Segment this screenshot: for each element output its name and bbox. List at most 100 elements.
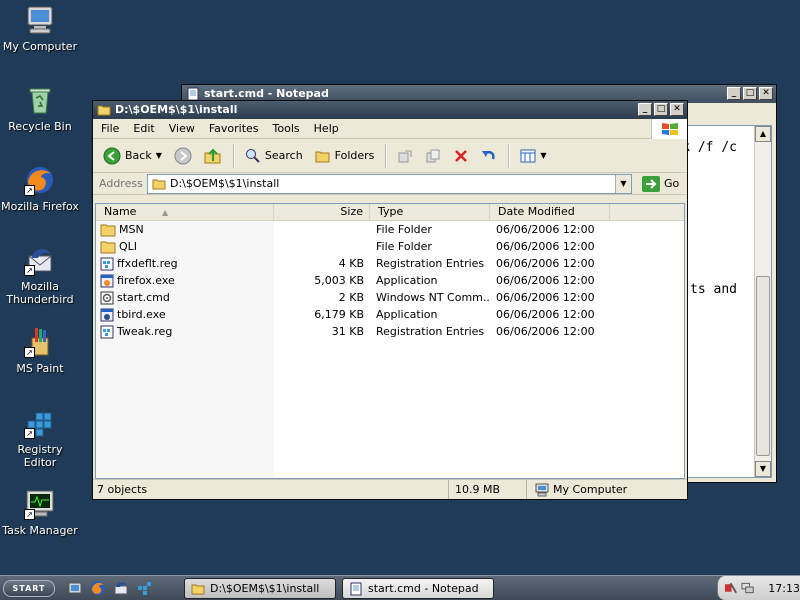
shortcut-arrow-icon: ↗ <box>24 509 35 520</box>
file-name: firefox.exe <box>117 274 175 287</box>
taskbar-button-label: D:\$OEM$\$1\install <box>210 582 320 595</box>
copy-to-icon <box>426 149 440 162</box>
recycle-bin-icon <box>29 88 51 114</box>
file-row[interactable]: ffxdeflt.reg 4 KB Registration Entries 0… <box>96 255 684 272</box>
file-type: Application <box>376 274 438 287</box>
menu-edit[interactable]: Edit <box>133 122 154 135</box>
my-computer-icon <box>27 6 53 34</box>
taskbar-button-notepad[interactable]: start.cmd - Notepad <box>342 578 494 599</box>
maximize-button[interactable]: □ <box>743 87 757 100</box>
desktop-icon-task-manager[interactable]: ↗ Task Manager <box>0 488 80 537</box>
forward-button[interactable] <box>170 145 196 167</box>
address-dropdown-icon[interactable]: ▼ <box>615 174 631 193</box>
shortcut-arrow-icon: ↗ <box>24 428 35 439</box>
file-date: 06/06/2006 12:00 <box>496 274 595 287</box>
scrollbar-thumb[interactable] <box>756 276 770 456</box>
file-type: Registration Entries <box>376 325 485 338</box>
file-row[interactable]: start.cmd 2 KB Windows NT Comm... 06/06/… <box>96 289 684 306</box>
up-folder-button[interactable] <box>200 145 226 167</box>
toolbar-separator <box>232 143 234 168</box>
explorer-titlebar[interactable]: D:\$OEM$\$1\install _ □ ✕ <box>93 101 687 119</box>
folders-label: Folders <box>334 149 375 162</box>
desktop-icon-ms-paint[interactable]: ↗ MS Paint <box>0 326 80 375</box>
close-button[interactable]: ✕ <box>670 103 684 116</box>
scroll-down-arrow-icon[interactable]: ▼ <box>755 461 771 477</box>
minimize-button[interactable]: _ <box>727 87 741 100</box>
copy-to-button[interactable] <box>421 146 445 166</box>
address-input[interactable]: D:\$OEM$\$1\install ▼ <box>147 173 632 194</box>
delete-button[interactable] <box>449 146 473 166</box>
notepad-vertical-scrollbar[interactable]: ▲ ▼ <box>754 126 771 477</box>
go-button[interactable]: Go <box>642 175 679 192</box>
column-header-date[interactable]: Date Modified <box>490 204 610 220</box>
explorer-title: D:\$OEM$\$1\install <box>115 103 238 116</box>
minimize-button[interactable]: _ <box>638 103 652 116</box>
system-tray: 17:13 <box>717 576 800 600</box>
desktop-icon-firefox[interactable]: ↗ Mozilla Firefox <box>0 164 80 213</box>
go-arrow-icon <box>642 175 660 192</box>
file-row[interactable]: firefox.exe 5,003 KB Application 06/06/2… <box>96 272 684 289</box>
search-label: Search <box>264 149 303 162</box>
status-location: My Computer <box>527 480 687 499</box>
forward-arrow-icon <box>174 147 192 164</box>
search-icon <box>245 148 260 163</box>
file-row[interactable]: MSN File Folder 06/06/2006 12:00 <box>96 221 684 238</box>
desktop-icon-recycle-bin[interactable]: Recycle Bin <box>0 84 80 133</box>
file-date: 06/06/2006 12:00 <box>496 325 595 338</box>
menu-help[interactable]: Help <box>314 122 339 135</box>
back-arrow-icon <box>103 147 121 164</box>
registry-editor-icon[interactable] <box>136 580 152 596</box>
tray-network-icon[interactable] <box>741 581 754 595</box>
file-row[interactable]: tbird.exe 6,179 KB Application 06/06/200… <box>96 306 684 323</box>
menu-bar: File Edit View Favorites Tools Help <box>93 119 687 139</box>
chevron-down-icon[interactable]: ▼ <box>156 151 162 160</box>
clock[interactable]: 17:13 <box>768 582 800 595</box>
file-size: 2 KB <box>338 291 364 304</box>
menu-file[interactable]: File <box>101 122 119 135</box>
desktop-icon-thunderbird[interactable]: ↗ Mozilla Thunderbird <box>0 244 80 306</box>
maximize-button[interactable]: □ <box>654 103 668 116</box>
column-header-type[interactable]: Type <box>370 204 490 220</box>
back-label: Back <box>125 149 152 162</box>
desktop-icon-registry-editor[interactable]: ↗ Registry Editor <box>0 407 80 469</box>
notepad-icon <box>187 87 199 101</box>
scroll-up-arrow-icon[interactable]: ▲ <box>755 126 771 142</box>
close-button[interactable]: ✕ <box>759 87 773 100</box>
thunderbird-icon[interactable] <box>113 580 129 596</box>
folder-icon <box>191 584 205 594</box>
file-type: Windows NT Comm... <box>376 291 490 304</box>
taskbar-button-explorer[interactable]: D:\$OEM$\$1\install <box>184 578 336 599</box>
status-bar: 7 objects 10.9 MB My Computer <box>93 479 687 499</box>
tray-tools-icon[interactable] <box>724 581 738 595</box>
status-object-count: 7 objects <box>93 480 449 499</box>
desktop-icon-label: Mozilla Thunderbird <box>6 280 74 306</box>
explorer-window[interactable]: D:\$OEM$\$1\install _ □ ✕ File Edit View… <box>92 100 688 500</box>
desktop-icon-label: Task Manager <box>2 524 78 537</box>
desktop-icon-label: Recycle Bin <box>8 120 72 133</box>
firefox-icon[interactable] <box>90 580 106 596</box>
views-button[interactable]: ▼ <box>516 146 550 166</box>
move-to-button[interactable] <box>393 146 417 166</box>
file-list[interactable]: Name ▲ Size Type Date Modified MSN File … <box>95 203 685 479</box>
menu-tools[interactable]: Tools <box>273 122 300 135</box>
column-header-size[interactable]: Size <box>274 204 370 220</box>
show-desktop-icon[interactable] <box>67 580 83 596</box>
file-date: 06/06/2006 12:00 <box>496 223 595 236</box>
file-row[interactable]: Tweak.reg 31 KB Registration Entries 06/… <box>96 323 684 340</box>
chevron-down-icon[interactable]: ▼ <box>540 151 546 160</box>
folders-button[interactable]: Folders <box>311 146 379 166</box>
file-row[interactable]: QLI File Folder 06/06/2006 12:00 <box>96 238 684 255</box>
menu-favorites[interactable]: Favorites <box>209 122 259 135</box>
menu-view[interactable]: View <box>169 122 195 135</box>
file-size: 4 KB <box>338 257 364 270</box>
undo-button[interactable] <box>477 146 501 166</box>
reg-file-icon <box>100 325 114 338</box>
column-header-name[interactable]: Name ▲ <box>96 204 274 220</box>
search-button[interactable]: Search <box>241 146 307 166</box>
my-computer-icon <box>535 483 549 496</box>
reg-file-icon <box>100 257 114 270</box>
paint-icon: ↗ <box>24 326 56 358</box>
start-button[interactable]: START <box>3 580 55 597</box>
desktop-icon-my-computer[interactable]: My Computer <box>0 4 80 53</box>
back-button[interactable]: Back ▼ <box>99 145 166 167</box>
